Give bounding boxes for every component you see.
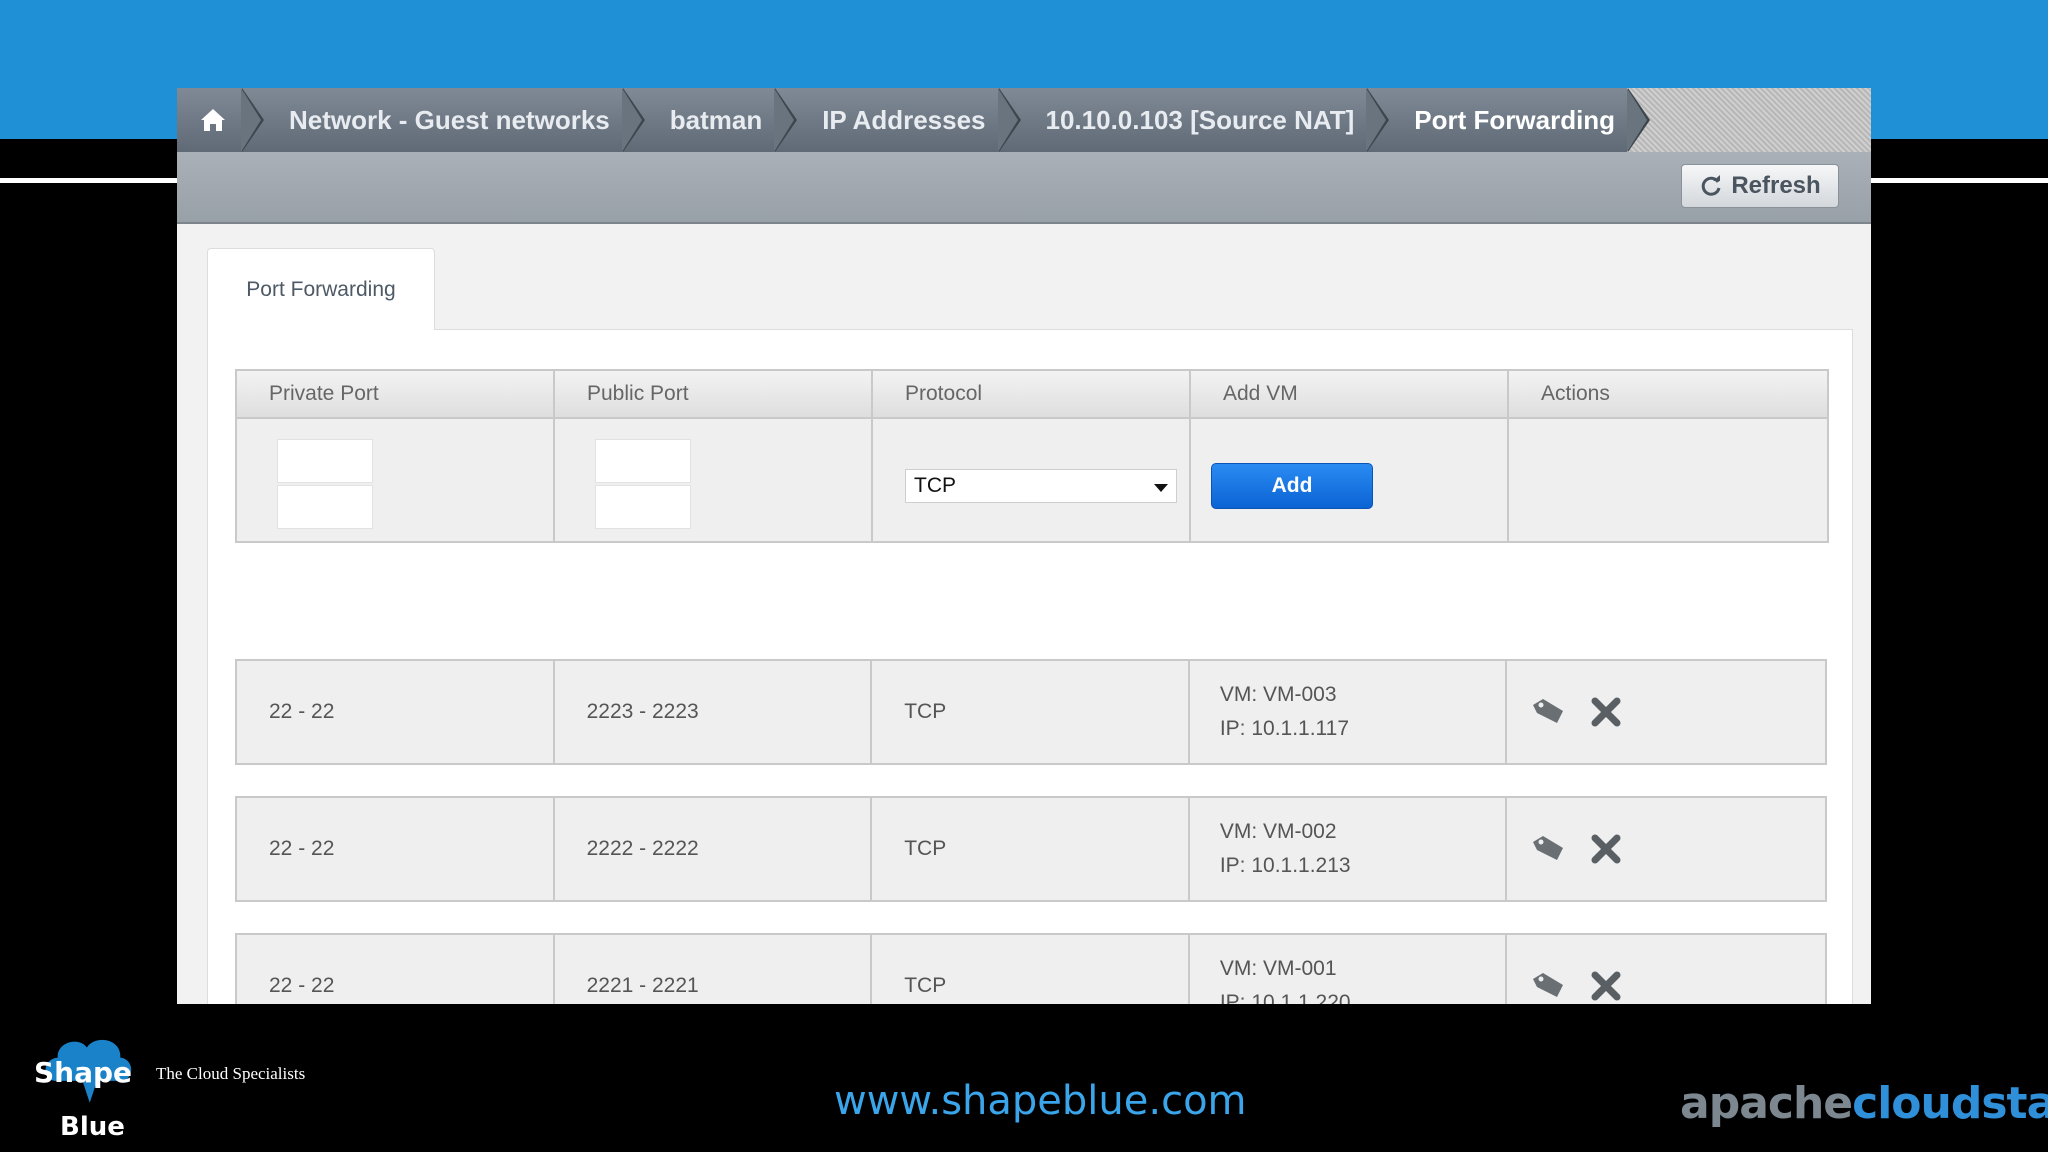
delete-icon[interactable] [1589, 832, 1623, 866]
protocol: TCP [872, 661, 1190, 763]
table-header: Private Port Public Port Protocol Add VM… [235, 369, 1829, 419]
chevron-down-icon [1154, 484, 1168, 492]
vm-info: VM: VM-001 IP: 10.1.1.220 [1190, 935, 1508, 1004]
protocol: TCP [872, 935, 1190, 1004]
vm-name: VM: VM-001 [1219, 957, 1337, 980]
shapeblue-logo: Shape The Cloud Specialists Blue [24, 1026, 334, 1146]
vm-info: VM: VM-002 IP: 10.1.1.213 [1190, 798, 1508, 900]
header-private-port: Private Port [237, 371, 555, 417]
divider-right [1870, 178, 2048, 183]
tag-icon[interactable] [1531, 969, 1565, 1003]
private-port-start-input[interactable] [277, 439, 373, 483]
refresh-button[interactable]: Refresh [1681, 164, 1839, 208]
vm-ip: IP: 10.1.1.117 [1219, 717, 1350, 740]
row-actions [1507, 798, 1825, 900]
tag-icon[interactable] [1531, 832, 1565, 866]
public-port: 2222 - 2222 [555, 798, 873, 900]
refresh-icon [1702, 175, 1721, 196]
public-port: 2221 - 2221 [555, 935, 873, 1004]
logo-blue-text: Blue [60, 1112, 125, 1142]
breadcrumb-port-forwarding[interactable]: Port Forwarding [1366, 88, 1650, 152]
home-icon [201, 109, 225, 131]
logo-shape-text: Shape [34, 1056, 133, 1089]
tab-label: Port Forwarding [246, 277, 396, 301]
add-button[interactable]: Add [1211, 463, 1373, 509]
toolbar: Refresh [177, 152, 1871, 224]
public-port-end-input[interactable] [595, 485, 691, 529]
private-port: 22 - 22 [237, 661, 555, 763]
actions-cell [1509, 419, 1827, 541]
header-add-vm: Add VM [1191, 371, 1509, 417]
header-actions: Actions [1541, 382, 1610, 405]
divider-left [0, 178, 178, 183]
private-port: 22 - 22 [237, 798, 555, 900]
protocol: TCP [872, 798, 1190, 900]
breadcrumb-home[interactable] [177, 88, 264, 152]
table-row: 22 - 22 2221 - 2221 TCP VM: VM-001 IP: 1… [235, 933, 1827, 1004]
breadcrumb: Network - Guest networks batman IP Addre… [177, 88, 1871, 152]
brand-apache: apache [1680, 1078, 1853, 1129]
refresh-label: Refresh [1731, 172, 1821, 199]
public-port-cell [555, 419, 873, 541]
table-row: 22 - 22 2222 - 2222 TCP VM: VM-002 IP: 1… [235, 796, 1827, 902]
cloudstack-window: Network - Guest networks batman IP Addre… [177, 88, 1871, 1004]
protocol-select[interactable]: TCP [905, 469, 1177, 503]
vm-name: VM: VM-003 [1219, 683, 1337, 706]
footer-url: www.shapeblue.com [834, 1078, 1247, 1124]
private-port-cell [237, 419, 555, 541]
header-protocol: Protocol [873, 371, 1191, 417]
tab-port-forwarding[interactable]: Port Forwarding [207, 248, 435, 330]
public-port: 2223 - 2223 [555, 661, 873, 763]
vm-name: VM: VM-002 [1219, 820, 1337, 843]
delete-icon[interactable] [1589, 969, 1623, 1003]
add-rule-row: TCP Add [235, 419, 1829, 543]
header-public-port: Public Port [555, 371, 873, 417]
vm-ip: IP: 10.1.1.213 [1219, 854, 1351, 877]
protocol-cell: TCP [873, 419, 1191, 541]
vm-ip: IP: 10.1.1.220 [1219, 991, 1351, 1004]
vm-info: VM: VM-003 IP: 10.1.1.117 [1190, 661, 1508, 763]
logo-tagline: The Cloud Specialists [156, 1064, 306, 1083]
add-vm-cell: Add [1191, 419, 1509, 541]
private-port-end-input[interactable] [277, 485, 373, 529]
brand-cloudstack: cloudstack [1852, 1078, 2048, 1129]
protocol-select-value: TCP [914, 474, 956, 497]
apache-cloudstack-logo: apachecloudstack™ [1680, 1078, 2048, 1129]
breadcrumb-ip[interactable]: 10.10.0.103 [Source NAT] [997, 88, 1390, 152]
tag-icon[interactable] [1531, 695, 1565, 729]
table-row: 22 - 22 2223 - 2223 TCP VM: VM-003 IP: 1… [235, 659, 1827, 765]
delete-icon[interactable] [1589, 695, 1623, 729]
public-port-start-input[interactable] [595, 439, 691, 483]
breadcrumb-ip-addresses[interactable]: IP Addresses [774, 88, 1021, 152]
row-actions [1507, 661, 1825, 763]
row-actions [1507, 935, 1825, 1004]
private-port: 22 - 22 [237, 935, 555, 1004]
breadcrumb-guest-networks[interactable]: Network - Guest networks [241, 88, 645, 152]
